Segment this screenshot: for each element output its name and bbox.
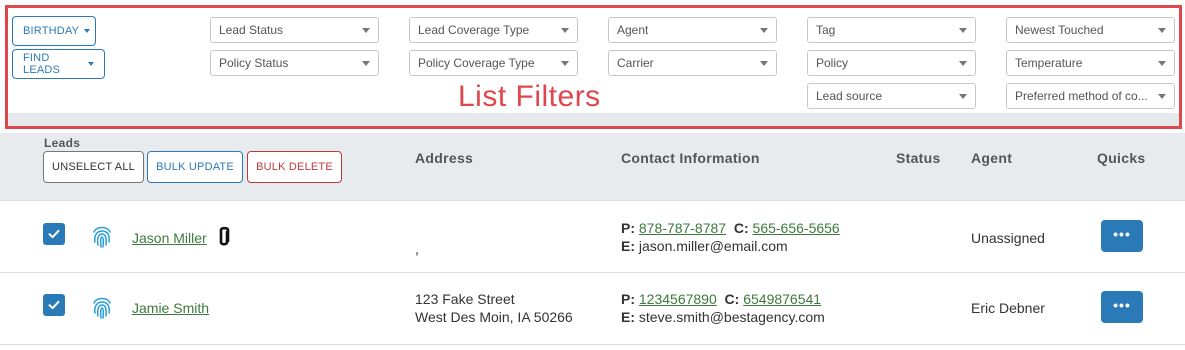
fingerprint-icon (93, 297, 111, 319)
birthday-dropdown-button[interactable]: BIRTHDAY (12, 16, 96, 46)
agent-column-header: Agent (971, 150, 1013, 166)
caret-down-icon (88, 62, 94, 66)
phone-label: P: (621, 291, 635, 307)
email-value: jason.miller@email.com (638, 238, 788, 254)
address-line-2: West Des Moin, IA 50266 (415, 309, 573, 325)
quick-actions-button[interactable]: ••• (1101, 291, 1143, 323)
more-icon: ••• (1113, 297, 1131, 313)
cell-label: C: (724, 291, 740, 307)
lead-coverage-type-value: Lead Coverage Type (418, 23, 530, 37)
fingerprint-icon (93, 226, 111, 248)
cell-label: C: (733, 220, 749, 236)
list-filters-annotation-label: List Filters (458, 80, 601, 113)
lead-source-select[interactable]: Lead source (807, 83, 976, 109)
bulk-delete-button[interactable]: BULK DELETE (247, 151, 342, 183)
lead-name-link[interactable]: Jamie Smith (132, 300, 209, 316)
email-value: steve.smith@bestagency.com (638, 309, 825, 325)
select-arrow-icon (1158, 61, 1166, 66)
filter-panel-divider (8, 113, 1179, 127)
temperature-select[interactable]: Temperature (1006, 50, 1175, 76)
select-arrow-icon (959, 28, 967, 33)
lead-coverage-type-select[interactable]: Lead Coverage Type (409, 17, 578, 43)
carrier-value: Carrier (617, 56, 654, 70)
phone-link[interactable]: 878-787-8787 (639, 220, 726, 236)
status-column-header: Status (896, 150, 941, 166)
policy-value: Policy (816, 56, 849, 70)
policy-select[interactable]: Policy (807, 50, 976, 76)
bulk-update-button[interactable]: BULK UPDATE (147, 151, 243, 183)
cell-phone-link[interactable]: 6549876541 (743, 291, 821, 307)
select-arrow-icon (362, 61, 370, 66)
lead-name-link[interactable]: Jason Miller (132, 230, 207, 246)
contact-cell: P: 878-787-8787 C: 565-656-5656 E: jason… (621, 219, 840, 255)
temperature-value: Temperature (1015, 56, 1083, 70)
row-select-checkbox[interactable] (43, 223, 65, 245)
table-row: Jason Miller , P: 878-787-8787 C: 565-65… (0, 201, 1185, 273)
select-arrow-icon (959, 61, 967, 66)
sort-select[interactable]: Newest Touched (1006, 17, 1175, 43)
policy-status-select[interactable]: Policy Status (210, 50, 379, 76)
row-select-checkbox[interactable] (43, 294, 65, 316)
contact-cell: P: 1234567890 C: 6549876541 E: steve.smi… (621, 290, 825, 326)
email-label: E: (621, 309, 635, 325)
address-cell: , (415, 240, 419, 258)
select-arrow-icon (362, 28, 370, 33)
checkmark-icon (48, 300, 60, 310)
tag-select[interactable]: Tag (807, 17, 976, 43)
carrier-select[interactable]: Carrier (608, 50, 777, 76)
select-arrow-icon (561, 28, 569, 33)
lead-status-value: Lead Status (219, 23, 284, 37)
cell-phone-link[interactable]: 565-656-5656 (753, 220, 840, 236)
address-line-1: 123 Fake Street (415, 291, 515, 307)
agent-value: Agent (617, 23, 649, 37)
contact-column-header: Contact Information (621, 150, 760, 166)
select-arrow-icon (760, 61, 768, 66)
lead-source-value: Lead source (816, 89, 883, 103)
quick-actions-button[interactable]: ••• (1101, 220, 1143, 252)
tag-value: Tag (816, 23, 836, 37)
find-leads-label: FIND LEADS (23, 52, 61, 76)
find-leads-dropdown-button[interactable]: FIND LEADS (12, 49, 105, 79)
preferred-method-value: Preferred method of co... (1015, 89, 1148, 103)
address-line-1: , (415, 241, 419, 257)
select-arrow-icon (959, 94, 967, 99)
quicks-column-header: Quicks (1097, 150, 1146, 166)
preferred-method-select[interactable]: Preferred method of co... (1006, 83, 1175, 109)
caret-down-icon (84, 29, 91, 33)
more-icon: ••• (1113, 226, 1131, 242)
select-arrow-icon (1158, 94, 1166, 99)
select-arrow-icon (760, 28, 768, 33)
policy-status-value: Policy Status (219, 56, 289, 70)
agent-cell: Eric Debner (971, 300, 1045, 316)
address-cell: 123 Fake Street West Des Moin, IA 50266 (415, 290, 573, 326)
checkmark-icon (48, 229, 60, 239)
table-row: Jamie Smith 123 Fake Street West Des Moi… (0, 273, 1185, 345)
address-column-header: Address (415, 150, 474, 166)
select-arrow-icon (561, 61, 569, 66)
policy-coverage-type-value: Policy Coverage Type (418, 56, 535, 70)
unselect-all-button[interactable]: UNSELECT ALL (43, 151, 144, 183)
birthday-label: BIRTHDAY (23, 25, 80, 37)
lead-status-select[interactable]: Lead Status (210, 17, 379, 43)
phone-link[interactable]: 1234567890 (639, 291, 717, 307)
paperclip-icon[interactable] (217, 226, 231, 248)
agent-cell: Unassigned (971, 230, 1045, 246)
agent-select[interactable]: Agent (608, 17, 777, 43)
select-arrow-icon (1158, 28, 1166, 33)
sort-value: Newest Touched (1015, 23, 1104, 37)
leads-column-header: Leads (44, 136, 81, 150)
policy-coverage-type-select[interactable]: Policy Coverage Type (409, 50, 578, 76)
email-label: E: (621, 238, 635, 254)
phone-label: P: (621, 220, 635, 236)
